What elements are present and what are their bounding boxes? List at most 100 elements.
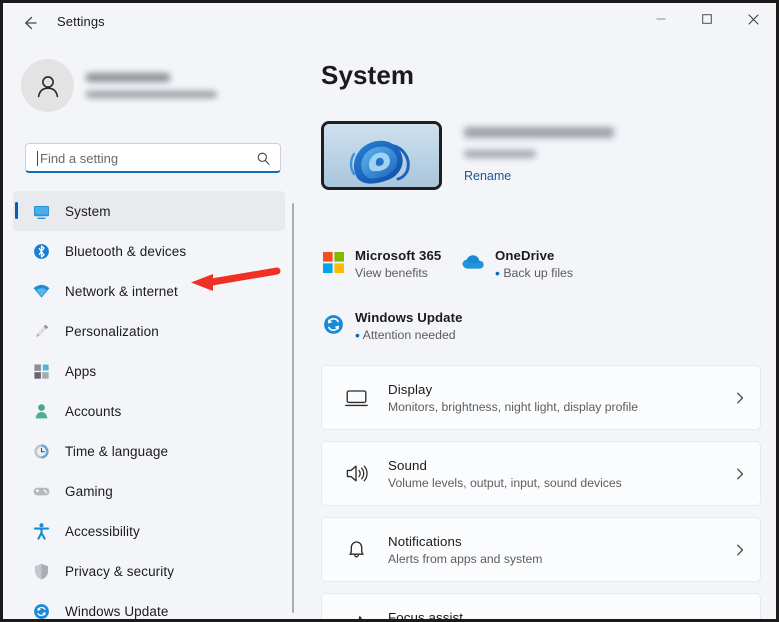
card-subtitle: Alerts from apps and system bbox=[388, 552, 720, 566]
maximize-button[interactable] bbox=[684, 3, 730, 35]
shield-icon bbox=[31, 561, 51, 581]
monitor-outline-icon bbox=[340, 385, 372, 410]
account-block[interactable] bbox=[21, 59, 217, 112]
status-item-microsoft-365[interactable]: Microsoft 365 View benefits bbox=[321, 248, 441, 280]
status-sub-text: Attention needed bbox=[363, 328, 456, 342]
search-placeholder: Find a setting bbox=[40, 151, 118, 166]
card-text: Focus assist Notifications, automatic ru… bbox=[388, 610, 720, 620]
status-title: OneDrive bbox=[495, 248, 573, 263]
windows-update-icon bbox=[321, 312, 345, 336]
windows-11-bloom-wallpaper bbox=[324, 124, 439, 187]
status-text: Windows Update • Attention needed bbox=[355, 310, 463, 342]
card-text: Notifications Alerts from apps and syste… bbox=[388, 534, 720, 566]
bell-icon bbox=[340, 537, 372, 562]
sidebar-item-bluetooth-devices[interactable]: Bluetooth & devices bbox=[13, 231, 285, 271]
card-text: Sound Volume levels, output, input, soun… bbox=[388, 458, 720, 490]
sidebar-item-label: Personalization bbox=[65, 324, 159, 339]
sidebar-item-personalization[interactable]: Personalization bbox=[13, 311, 285, 351]
sidebar-item-label: Apps bbox=[65, 364, 96, 379]
sidebar-item-time-language[interactable]: Time & language bbox=[13, 431, 285, 471]
sidebar-item-label: Privacy & security bbox=[65, 564, 174, 579]
card-subtitle: Monitors, brightness, night light, displ… bbox=[388, 400, 720, 414]
person-avatar-icon bbox=[33, 71, 63, 101]
page-title: System bbox=[321, 60, 414, 91]
sidebar-item-label: Accessibility bbox=[65, 524, 140, 539]
search-input[interactable]: Find a setting bbox=[25, 143, 281, 173]
gamepad-icon bbox=[31, 481, 51, 501]
sidebar-item-privacy-security[interactable]: Privacy & security bbox=[13, 551, 285, 591]
device-summary: Rename bbox=[321, 121, 614, 190]
title-bar: Settings bbox=[3, 3, 776, 43]
card-subtitle: Volume levels, output, input, sound devi… bbox=[388, 476, 720, 490]
sidebar-item-gaming[interactable]: Gaming bbox=[13, 471, 285, 511]
sidebar-item-windows-update[interactable]: Windows Update bbox=[13, 591, 285, 619]
sync-icon bbox=[31, 601, 51, 619]
maximize-icon bbox=[701, 13, 713, 25]
wifi-icon bbox=[31, 281, 51, 301]
card-sound[interactable]: Sound Volume levels, output, input, soun… bbox=[321, 441, 761, 506]
sidebar-item-label: Windows Update bbox=[65, 604, 168, 619]
close-icon bbox=[747, 13, 760, 26]
sidebar-item-apps[interactable]: Apps bbox=[13, 351, 285, 391]
selection-indicator bbox=[15, 202, 18, 219]
sidebar-item-system[interactable]: System bbox=[13, 191, 285, 231]
sidebar-item-label: Accounts bbox=[65, 404, 121, 419]
status-sub: • Back up files bbox=[495, 266, 573, 280]
status-sub-text: Back up files bbox=[503, 266, 573, 280]
sidebar-item-label: Time & language bbox=[65, 444, 168, 459]
status-bullet: • bbox=[355, 327, 360, 343]
sidebar-item-label: System bbox=[65, 204, 111, 219]
search-field-wrapper[interactable]: Find a setting bbox=[25, 143, 281, 173]
card-focus-assist[interactable]: Focus assist Notifications, automatic ru… bbox=[321, 593, 761, 619]
sidebar-item-label: Gaming bbox=[65, 484, 113, 499]
status-sub: • Attention needed bbox=[355, 328, 463, 342]
card-display[interactable]: Display Monitors, brightness, night ligh… bbox=[321, 365, 761, 430]
card-text: Display Monitors, brightness, night ligh… bbox=[388, 382, 720, 414]
close-button[interactable] bbox=[730, 3, 776, 35]
account-text bbox=[86, 73, 217, 98]
device-model-redacted bbox=[464, 150, 536, 158]
sidebar-item-accessibility[interactable]: Accessibility bbox=[13, 511, 285, 551]
settings-window: Settings bbox=[3, 3, 776, 619]
search-icon[interactable] bbox=[256, 151, 271, 171]
card-title: Sound bbox=[388, 458, 720, 473]
rename-link[interactable]: Rename bbox=[464, 169, 614, 183]
sidebar-item-network-internet[interactable]: Network & internet bbox=[13, 271, 285, 311]
sidebar-item-accounts[interactable]: Accounts bbox=[13, 391, 285, 431]
status-item-onedrive[interactable]: OneDrive • Back up files bbox=[461, 248, 573, 280]
card-title: Notifications bbox=[388, 534, 720, 549]
monitor-icon bbox=[31, 201, 51, 221]
onedrive-cloud-icon bbox=[461, 250, 485, 274]
moon-icon bbox=[340, 613, 372, 619]
sidebar-item-label: Network & internet bbox=[65, 284, 178, 299]
card-title: Focus assist bbox=[388, 610, 720, 620]
card-title: Display bbox=[388, 382, 720, 397]
back-arrow-icon bbox=[21, 14, 39, 32]
bluetooth-icon bbox=[31, 241, 51, 261]
sidebar-scrollbar[interactable] bbox=[292, 203, 294, 613]
accessibility-icon bbox=[31, 521, 51, 541]
account-email-redacted bbox=[86, 91, 217, 98]
back-button[interactable] bbox=[15, 9, 45, 37]
microsoft-logo-icon bbox=[321, 250, 345, 274]
settings-cards: Display Monitors, brightness, night ligh… bbox=[321, 365, 761, 619]
status-text: Microsoft 365 View benefits bbox=[355, 248, 441, 280]
text-caret bbox=[37, 151, 38, 166]
app-title: Settings bbox=[57, 14, 105, 29]
content-area: System bbox=[298, 43, 776, 619]
paintbrush-icon bbox=[31, 321, 51, 341]
sidebar-nav: System Bluetooth & devices bbox=[13, 191, 285, 619]
chevron-right-icon[interactable] bbox=[720, 619, 760, 620]
chevron-right-icon[interactable] bbox=[720, 467, 760, 481]
status-text: OneDrive • Back up files bbox=[495, 248, 573, 280]
chevron-right-icon[interactable] bbox=[720, 391, 760, 405]
clock-icon bbox=[31, 441, 51, 461]
sidebar-item-label: Bluetooth & devices bbox=[65, 244, 186, 259]
minimize-button[interactable] bbox=[638, 3, 684, 35]
sidebar: Find a setting bbox=[3, 43, 298, 619]
status-title: Microsoft 365 bbox=[355, 248, 441, 263]
card-notifications[interactable]: Notifications Alerts from apps and syste… bbox=[321, 517, 761, 582]
status-item-windows-update[interactable]: Windows Update • Attention needed bbox=[321, 310, 463, 342]
status-sub-text: View benefits bbox=[355, 266, 428, 280]
chevron-right-icon[interactable] bbox=[720, 543, 760, 557]
